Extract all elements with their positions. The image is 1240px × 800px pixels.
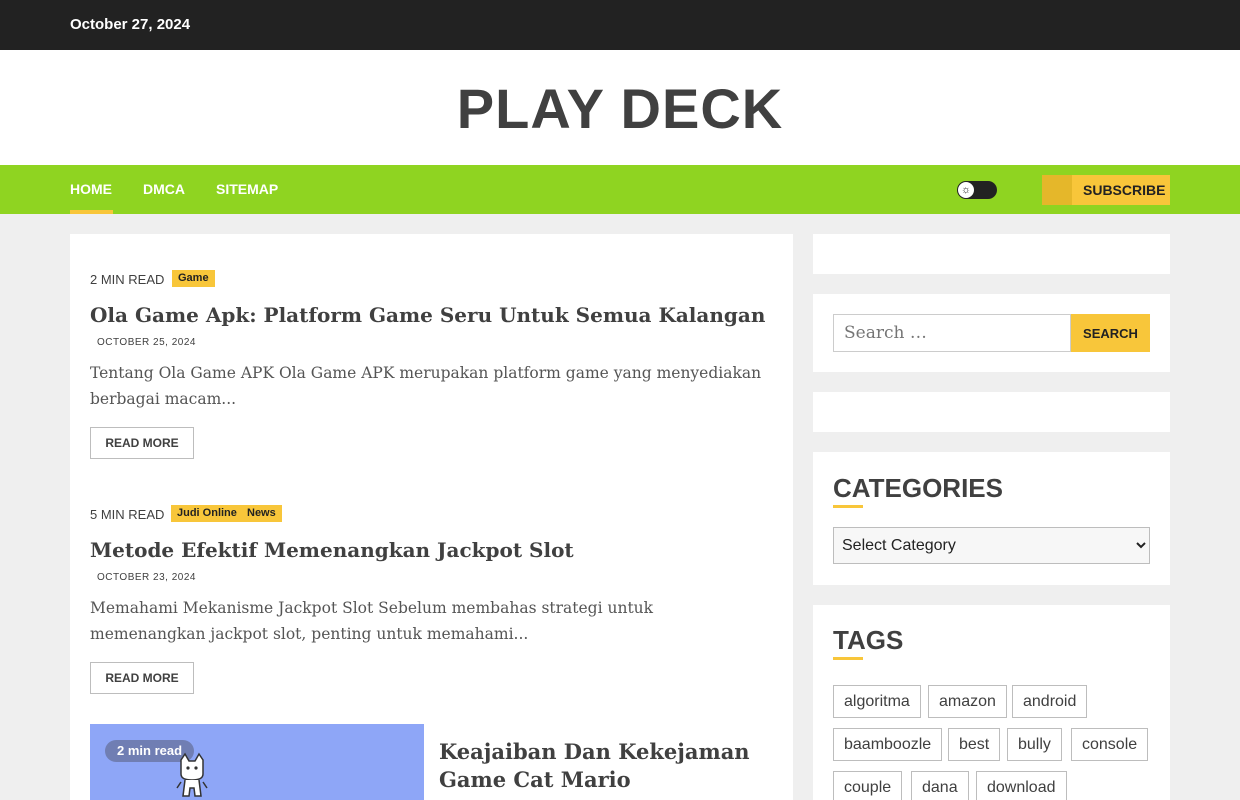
read-more-button[interactable]: READ MORE — [90, 662, 194, 694]
category-badge[interactable]: Game — [172, 270, 215, 287]
nav-item-sitemap[interactable]: SITEMAP — [216, 181, 278, 197]
search-input[interactable] — [833, 314, 1071, 352]
subscribe-label: SUBSCRIBE — [1083, 182, 1166, 198]
categories-widget: CATEGORIES Select Category — [813, 452, 1170, 585]
masthead: PLAY DECK — [0, 50, 1240, 165]
tags-heading: TAGS — [833, 625, 904, 655]
post-title[interactable]: Metode Efektif Memenangkan Jackpot Slot — [90, 538, 574, 562]
sun-icon: ☼ — [958, 182, 974, 198]
tag-item[interactable]: android — [1012, 685, 1088, 718]
cat-icon — [176, 752, 208, 797]
post-list: 2 MIN READ Game Ola Game Apk: Platform G… — [70, 234, 793, 800]
nav-item-home[interactable]: HOME — [70, 181, 112, 197]
tag-item[interactable]: bully — [1007, 728, 1062, 761]
featured-thumbnail[interactable]: 2 min read — [90, 724, 424, 800]
tags-widget: TAGS algoritma amazon android baamboozle… — [813, 605, 1170, 800]
post-excerpt: Tentang Ola Game APK Ola Game APK merupa… — [90, 364, 762, 408]
post-date[interactable]: OCTOBER 23, 2024 — [97, 572, 196, 583]
search-widget: SEARCH — [813, 294, 1170, 372]
read-time: 2 MIN READ — [90, 272, 165, 287]
heading-underline — [833, 657, 863, 660]
tag-item[interactable]: download — [976, 771, 1067, 800]
tag-item[interactable]: amazon — [928, 685, 1007, 718]
theme-toggle[interactable]: ☼ — [957, 181, 997, 199]
nav-active-indicator — [70, 210, 113, 214]
subscribe-icon — [1042, 175, 1072, 205]
heading-underline — [833, 505, 863, 508]
category-select[interactable]: Select Category — [833, 527, 1150, 564]
search-button[interactable]: SEARCH — [1071, 314, 1150, 352]
tag-item[interactable]: algoritma — [833, 685, 921, 718]
categories-heading: CATEGORIES — [833, 473, 1003, 503]
tag-item[interactable]: couple — [833, 771, 903, 800]
sidebar-widget-empty — [813, 392, 1170, 432]
top-bar: October 27, 2024 — [0, 0, 1240, 50]
tag-item[interactable]: baamboozle — [833, 728, 943, 761]
featured-post-title[interactable]: Keajaiban Dan Kekejaman Game Cat Mario — [439, 738, 779, 794]
current-date: October 27, 2024 — [70, 16, 191, 33]
post-title[interactable]: Ola Game Apk: Platform Game Seru Untuk S… — [90, 303, 765, 327]
tag-item[interactable]: console — [1071, 728, 1149, 761]
read-time: 5 MIN READ — [90, 507, 165, 522]
tag-item[interactable]: dana — [911, 771, 969, 800]
site-title[interactable]: PLAY DECK — [0, 76, 1240, 141]
category-badge[interactable]: Judi Online — [171, 505, 243, 522]
category-badge[interactable]: News — [241, 505, 282, 522]
post-date[interactable]: OCTOBER 25, 2024 — [97, 337, 196, 348]
post-excerpt: Memahami Mekanisme Jackpot Slot Sebelum … — [90, 599, 654, 643]
sidebar-widget-empty — [813, 234, 1170, 274]
nav-item-dmca[interactable]: DMCA — [143, 181, 185, 197]
read-more-button[interactable]: READ MORE — [90, 427, 194, 459]
tag-item[interactable]: best — [948, 728, 1001, 761]
subscribe-button[interactable]: SUBSCRIBE — [1042, 175, 1170, 205]
